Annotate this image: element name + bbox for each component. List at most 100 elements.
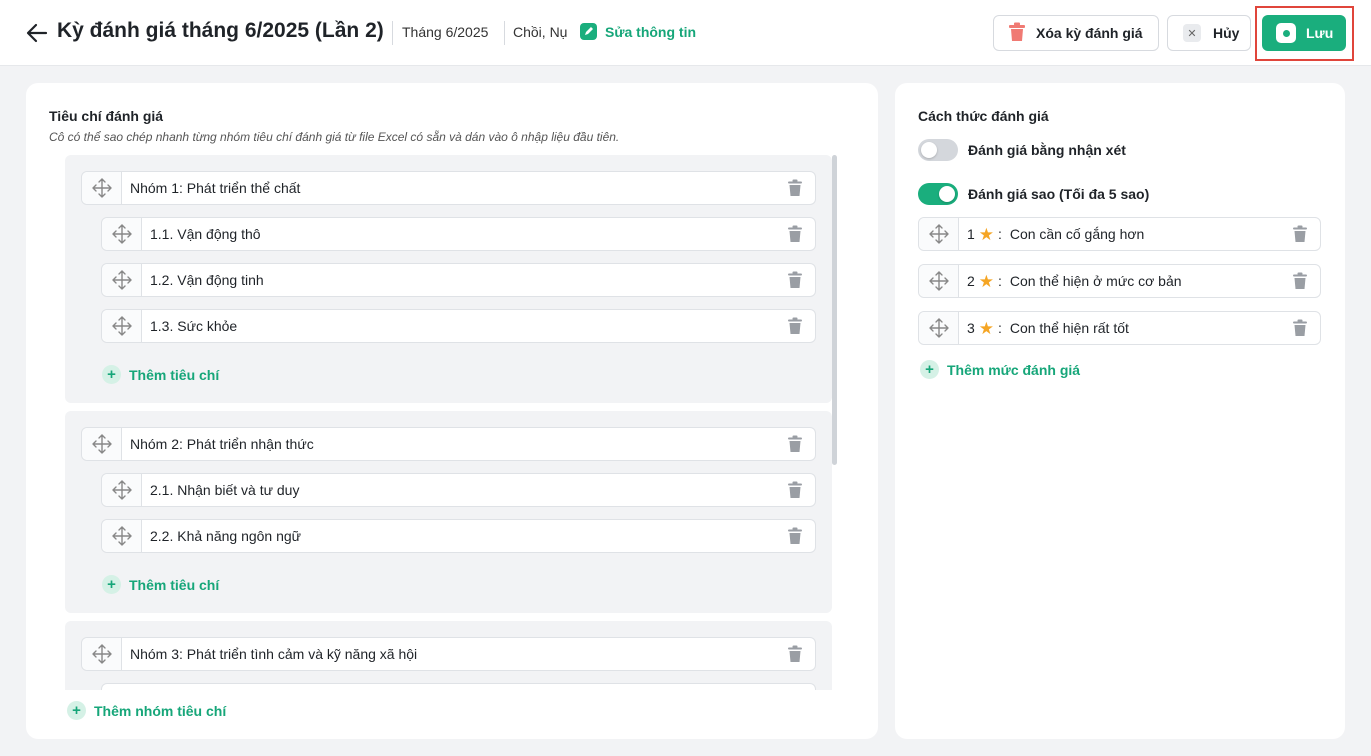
close-icon: ✕ (1183, 24, 1201, 42)
criterion-row[interactable]: 1.1. Vận động thô (101, 217, 816, 251)
group-name[interactable]: Nhóm 3: Phát triển tình cảm và kỹ năng x… (122, 646, 775, 662)
add-criterion-label: Thêm tiêu chí (129, 366, 220, 383)
level-text[interactable]: Con thể hiện rất tốt (1010, 320, 1129, 336)
add-criterion-button[interactable]: + Thêm tiêu chí (102, 575, 219, 594)
level-row[interactable]: 3 ★ : Con thể hiện rất tốt (918, 311, 1321, 345)
level-colon: : (998, 226, 1006, 242)
criteria-list[interactable]: Nhóm 1: Phát triển thể chất 1.1. Vận độn… (65, 155, 839, 690)
criterion-row[interactable]: 1.2. Vận động tinh (101, 263, 816, 297)
drag-handle-icon[interactable] (919, 312, 959, 344)
comment-toggle-row: Đánh giá bằng nhận xét (918, 139, 1126, 161)
star-icon: ★ (978, 225, 995, 243)
drag-handle-icon[interactable] (102, 474, 142, 506)
plus-icon: + (67, 701, 86, 720)
level-stars: 1 (967, 226, 975, 242)
level-row[interactable]: 2 ★ : Con thể hiện ở mức cơ bản (918, 264, 1321, 298)
criteria-group: Nhóm 2: Phát triển nhận thức 2.1. Nhận b… (65, 411, 832, 613)
drag-handle-icon[interactable] (82, 172, 122, 204)
drag-handle-icon[interactable] (919, 265, 959, 297)
drag-handle-icon[interactable] (102, 520, 142, 552)
criterion-name[interactable]: 2.2. Khả năng ngôn ngữ (142, 528, 775, 544)
criteria-title: Tiêu chí đánh giá (49, 108, 164, 124)
group-row[interactable]: Nhóm 2: Phát triển nhận thức (81, 427, 816, 461)
period-month: Tháng 6/2025 (402, 24, 489, 40)
comment-toggle[interactable] (918, 139, 958, 161)
group-name[interactable]: Nhóm 2: Phát triển nhận thức (122, 436, 775, 452)
criterion-row[interactable] (101, 683, 816, 690)
plus-icon: + (920, 360, 939, 379)
criterion-row[interactable]: 2.2. Khả năng ngôn ngữ (101, 519, 816, 553)
edit-info-label: Sửa thông tin (605, 23, 697, 40)
divider (392, 21, 393, 45)
group-row[interactable]: Nhóm 3: Phát triển tình cảm và kỹ năng x… (81, 637, 816, 671)
method-title: Cách thức đánh giá (918, 108, 1049, 124)
plus-icon: + (102, 365, 121, 384)
header-bar: Kỳ đánh giá tháng 6/2025 (Lần 2) Tháng 6… (0, 0, 1371, 66)
save-label: Lưu (1306, 25, 1334, 41)
drag-handle-icon[interactable] (919, 218, 959, 250)
delete-period-label: Xóa kỳ đánh giá (1036, 25, 1143, 41)
add-level-button[interactable]: + Thêm mức đánh giá (920, 360, 1080, 379)
star-toggle-row: Đánh giá sao (Tối đa 5 sao) (918, 183, 1149, 205)
add-group-button[interactable]: + Thêm nhóm tiêu chí (67, 701, 226, 720)
criteria-group: Nhóm 1: Phát triển thể chất 1.1. Vận độn… (65, 155, 832, 403)
edit-info-link[interactable]: Sửa thông tin (580, 23, 696, 40)
trash-icon[interactable] (775, 218, 815, 250)
level-colon: : (998, 273, 1006, 289)
trash-icon (1008, 22, 1026, 45)
star-toggle[interactable] (918, 183, 958, 205)
criterion-row[interactable]: 1.3. Sức khỏe (101, 309, 816, 343)
scrollbar-thumb[interactable] (832, 155, 837, 465)
trash-icon[interactable] (775, 520, 815, 552)
drag-handle-icon[interactable] (102, 310, 142, 342)
criteria-hint: Cô có thể sao chép nhanh từng nhóm tiêu … (49, 130, 620, 144)
criterion-name[interactable]: 2.1. Nhận biết và tư duy (142, 482, 775, 498)
trash-icon[interactable] (1280, 218, 1320, 250)
drag-handle-icon[interactable] (102, 264, 142, 296)
add-criterion-label: Thêm tiêu chí (129, 576, 220, 593)
trash-icon[interactable] (1280, 265, 1320, 297)
group-name[interactable]: Nhóm 1: Phát triển thể chất (122, 180, 775, 196)
level-text[interactable]: Con cần cố gắng hơn (1010, 226, 1145, 242)
level-stars: 2 (967, 273, 975, 289)
add-criterion-button[interactable]: + Thêm tiêu chí (102, 365, 219, 384)
cancel-button[interactable]: ✕ Hủy (1167, 15, 1251, 51)
star-icon: ★ (978, 319, 995, 337)
trash-icon[interactable] (775, 172, 815, 204)
back-arrow-icon[interactable] (24, 21, 50, 45)
criterion-name[interactable]: 1.3. Sức khỏe (142, 318, 775, 334)
trash-icon[interactable] (775, 310, 815, 342)
trash-icon[interactable] (775, 428, 815, 460)
save-button[interactable]: Lưu (1262, 15, 1346, 51)
cancel-label: Hủy (1213, 25, 1240, 41)
trash-icon[interactable] (775, 474, 815, 506)
page-title: Kỳ đánh giá tháng 6/2025 (Lần 2) (57, 19, 384, 42)
star-icon: ★ (978, 272, 995, 290)
level-colon: : (998, 320, 1006, 336)
group-row[interactable]: Nhóm 1: Phát triển thể chất (81, 171, 816, 205)
star-toggle-label: Đánh giá sao (Tối đa 5 sao) (968, 186, 1150, 202)
trash-icon[interactable] (775, 264, 815, 296)
method-card: Cách thức đánh giá Đánh giá bằng nhận xé… (895, 83, 1345, 739)
drag-handle-icon[interactable] (102, 218, 142, 250)
criterion-name[interactable]: 1.1. Vận động thô (142, 226, 775, 242)
trash-icon[interactable] (1280, 312, 1320, 344)
drag-handle-icon[interactable] (82, 428, 122, 460)
level-text[interactable]: Con thể hiện ở mức cơ bản (1010, 273, 1182, 289)
pencil-icon (580, 23, 597, 40)
save-icon (1276, 23, 1296, 43)
trash-icon[interactable] (775, 638, 815, 670)
class-list: Chồi, Nụ (513, 24, 568, 40)
criterion-row[interactable]: 2.1. Nhận biết và tư duy (101, 473, 816, 507)
criteria-scrollbar[interactable] (832, 155, 837, 690)
divider (504, 21, 505, 45)
comment-toggle-label: Đánh giá bằng nhận xét (968, 142, 1126, 158)
add-level-label: Thêm mức đánh giá (947, 361, 1081, 378)
criteria-group: Nhóm 3: Phát triển tình cảm và kỹ năng x… (65, 621, 832, 690)
level-row[interactable]: 1 ★ : Con cần cố gắng hơn (918, 217, 1321, 251)
delete-period-button[interactable]: Xóa kỳ đánh giá (993, 15, 1159, 51)
plus-icon: + (102, 575, 121, 594)
level-stars: 3 (967, 320, 975, 336)
drag-handle-icon[interactable] (82, 638, 122, 670)
criterion-name[interactable]: 1.2. Vận động tinh (142, 272, 775, 288)
